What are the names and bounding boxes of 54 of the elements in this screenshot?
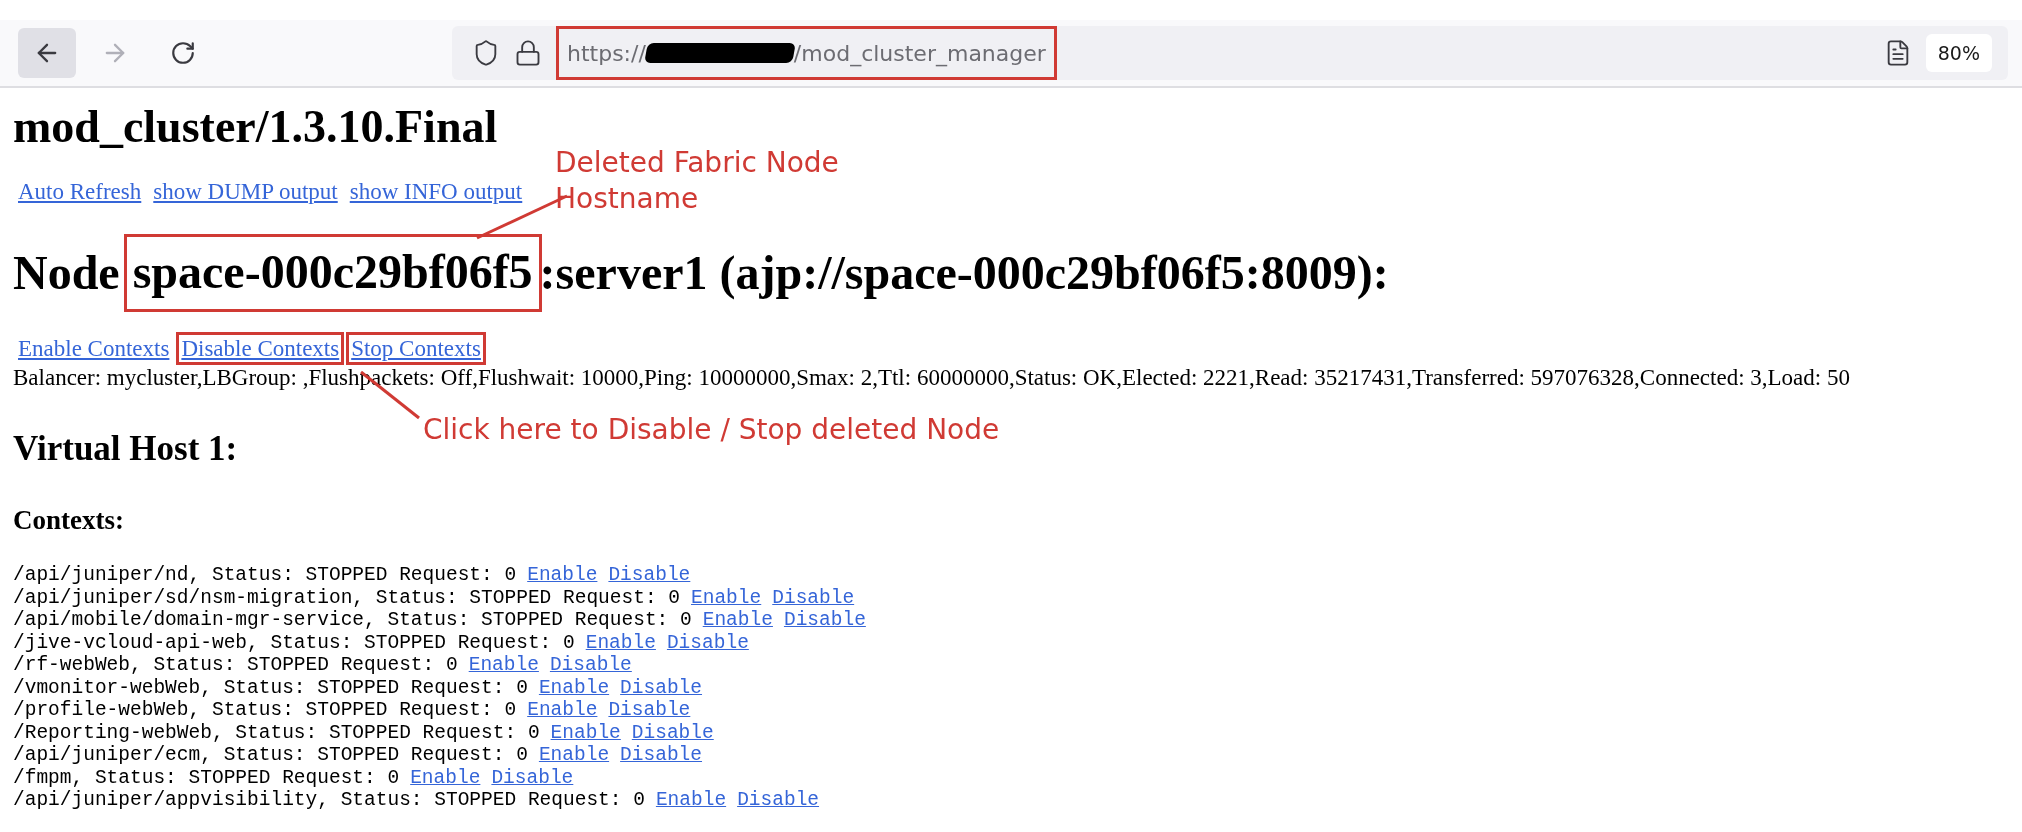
page-title: mod_cluster/1.3.10.Final [13,102,499,153]
context-link[interactable]: Disable [631,721,714,745]
context-status-text: /api/mobile/domain-mgr-service, Status: STOPPED Request: 0 [13,609,692,632]
context-status-text: /vmonitor-webWeb, Status: STOPPED Request: 0 [13,676,528,700]
context-link[interactable]: Enable [702,609,773,632]
context-link[interactable]: Enable [527,699,598,722]
context-status-text: /api/juniper/ecm, Status: STOPPED Request: 0 [13,744,528,767]
context-link[interactable]: Disable [783,609,866,632]
context-link[interactable]: Disable [491,766,574,790]
context-link[interactable]: Enable [410,766,481,790]
context-link[interactable]: Disable [608,699,691,722]
context-link[interactable]: Enable [550,721,621,745]
context-link[interactable]: Enable [655,789,727,812]
reload-icon [170,40,196,66]
context-action-link[interactable]: Stop Contexts [346,331,486,366]
heading-text: Node [13,245,120,302]
context-link[interactable]: Disable [608,564,691,587]
section-heading: Virtual Host 1: [13,429,238,470]
context-link[interactable]: Disable [737,789,820,812]
url-text: https:// [567,40,646,66]
callout-text: Click here to Disable / Stop deleted Node [423,412,1000,448]
context-status-text: /api/juniper/nd, Status: STOPPED Request: 0 [13,564,517,587]
context-action-link[interactable]: Enable Contexts [13,331,175,366]
hostname-text: space-000c29bf06f5 [123,234,542,312]
context-link[interactable]: Enable [538,744,610,767]
context-status-text: /fmpm, Status: STOPPED Request: 0 [13,766,400,790]
context-link[interactable]: Disable [549,654,632,677]
context-status-text: /profile-webWeb, Status: STOPPED Request: 0 [13,699,517,722]
heading-text: :server1 (ajp://space-000c29bf06f5:8009): [539,245,1389,302]
context-link[interactable]: Enable [585,631,656,655]
context-link[interactable]: Enable [691,586,762,610]
callout-text: Hostname [555,181,700,217]
context-status-text: /rf-webWeb, Status: STOPPED Request: 0 [13,654,458,677]
context-link[interactable]: Disable [620,744,703,767]
context-status-text: /api/juniper/appvisibility, Status: STOPPED Request: 0 [13,789,645,812]
back-button[interactable] [18,28,76,78]
address-bar[interactable]: https:// /mod_cluster_manager 80% [452,26,2008,80]
zoom-level-button[interactable]: 80% [1925,34,1992,72]
page-link[interactable]: Auto Refresh [13,174,147,209]
page-link[interactable]: show DUMP output [148,174,343,209]
context-link[interactable]: Enable [538,676,610,700]
context-status-text: /api/juniper/sd/nsm-migration, Status: STOPPED Request: 0 [13,586,680,610]
section-heading: Contexts: [13,505,124,537]
callout-text: Deleted Fabric Node [555,145,839,181]
context-status-text: /Reporting-webWeb, Status: STOPPED Request: 0 [13,721,540,745]
context-link[interactable]: Enable [527,564,598,587]
page-link[interactable]: show INFO output [344,174,528,209]
context-link[interactable]: Disable [620,676,703,700]
context-link[interactable]: Enable [468,654,539,677]
context-link[interactable]: Disable [666,631,749,655]
context-link[interactable]: Disable [772,586,855,610]
context-action-link[interactable]: Disable Contexts [176,331,345,366]
url-text: /mod_cluster_manager [793,40,1046,66]
context-status-text: /jive-vcloud-api-web, Status: STOPPED Request: 0 [13,631,575,655]
